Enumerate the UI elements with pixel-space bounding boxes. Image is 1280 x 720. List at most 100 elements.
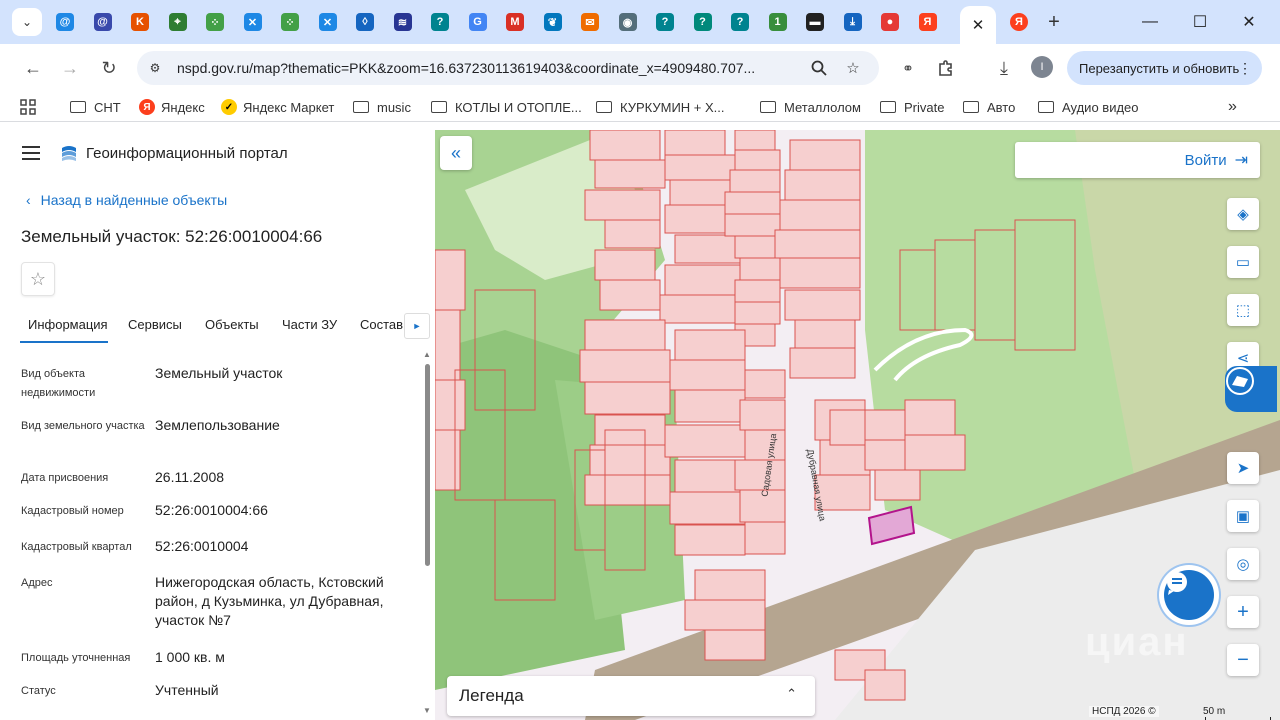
parcel[interactable] [604, 219, 661, 249]
browser-tab[interactable]: ⁘ [277, 9, 303, 35]
parcel[interactable] [704, 629, 766, 661]
locate-button[interactable]: ➤ [1227, 452, 1259, 484]
browser-tab[interactable]: ⤓ [840, 9, 866, 35]
parcel[interactable] [684, 599, 766, 631]
browser-tab[interactable]: G [465, 9, 491, 35]
tab-parts[interactable]: Части ЗУ [282, 317, 337, 332]
bookmark-item[interactable]: Я Яндекс [139, 97, 205, 117]
back-button[interactable]: ← [20, 56, 46, 80]
parcel[interactable] [794, 319, 856, 349]
menu-icon[interactable] [22, 146, 40, 160]
parcel[interactable] [579, 349, 671, 383]
browser-tab[interactable]: ? [652, 9, 678, 35]
parcel[interactable] [594, 159, 666, 189]
select-area-button[interactable]: ⬚ [1227, 294, 1259, 326]
close-window-button[interactable]: ✕ [1234, 10, 1264, 34]
scroll-thumb[interactable] [425, 364, 430, 566]
parcel[interactable] [739, 399, 786, 431]
search-icon[interactable] [809, 58, 829, 78]
layout-button[interactable]: ▣ [1227, 500, 1259, 532]
browser-tab[interactable]: ✕ [315, 9, 341, 35]
parcel[interactable] [734, 279, 781, 303]
minimize-button[interactable]: — [1135, 10, 1165, 34]
parcel[interactable] [789, 139, 861, 171]
panel-scrollbar[interactable]: ▲ ▼ [422, 350, 432, 718]
browser-tab[interactable]: ◉ [615, 9, 641, 35]
parcel[interactable] [874, 469, 921, 501]
browser-tab[interactable]: ▬ [802, 9, 828, 35]
browser-tab[interactable]: ⌖ [165, 9, 191, 35]
browser-tab[interactable]: @ [52, 9, 78, 35]
parcel[interactable] [694, 569, 766, 601]
parcel[interactable] [664, 154, 736, 181]
tabs-scroll-button[interactable]: ► [404, 313, 430, 339]
parcel[interactable] [584, 189, 661, 221]
parcel[interactable] [594, 249, 656, 281]
tab-objects[interactable]: Объекты [205, 317, 259, 332]
browser-tab[interactable]: ? [690, 9, 716, 35]
parcel[interactable] [669, 359, 746, 391]
zoom-out-button[interactable]: − [1227, 644, 1259, 676]
apps-icon[interactable] [20, 97, 36, 117]
forward-button[interactable]: → [57, 56, 83, 80]
parcel[interactable] [584, 474, 671, 506]
parcel[interactable] [435, 429, 461, 491]
parcel[interactable] [589, 130, 661, 161]
collapse-panel-button[interactable]: « [440, 136, 472, 170]
login-button[interactable]: Войти ⇥ [1015, 142, 1260, 178]
bookmarks-more-button[interactable]: » [1228, 97, 1237, 117]
browser-tab[interactable]: ⁘ [202, 9, 228, 35]
parcel[interactable] [739, 257, 786, 281]
relaunch-button[interactable]: Перезапустить и обновить ⋮ [1067, 51, 1262, 85]
parcel[interactable] [435, 249, 466, 311]
bookmark-item[interactable]: Private [880, 97, 944, 117]
browser-tab[interactable]: ≋ [390, 9, 416, 35]
zoom-in-button[interactable]: + [1227, 596, 1259, 628]
parcel[interactable] [734, 149, 781, 171]
bookmark-item[interactable]: Аудио видео [1038, 97, 1139, 117]
more-vert-icon[interactable]: ⋮ [1238, 60, 1252, 77]
puzzle-icon[interactable] [933, 56, 959, 80]
parcel[interactable] [584, 319, 666, 351]
url-text[interactable]: nspd.gov.ru/map?thematic=PKK&zoom=16.637… [177, 60, 755, 76]
download-icon[interactable]: ⤓ [991, 56, 1017, 80]
active-tab[interactable]: ✕ [960, 6, 996, 44]
tab-services[interactable]: Сервисы [128, 317, 182, 332]
extension-icon[interactable]: ⚭ [895, 56, 921, 80]
parcel[interactable] [734, 301, 781, 325]
parcel[interactable] [674, 524, 746, 556]
tab-composition[interactable]: Состав [360, 317, 403, 332]
parcel[interactable] [864, 409, 911, 441]
browser-tab[interactable]: ● [877, 9, 903, 35]
bookmark-item[interactable]: Авто [963, 97, 1015, 117]
ruler-button[interactable]: ▭ [1227, 246, 1259, 278]
favorite-button[interactable]: ☆ [21, 262, 55, 296]
browser-tab[interactable]: ✕ [240, 9, 266, 35]
bookmark-item[interactable]: КУРКУМИН + Х... [596, 97, 725, 117]
parcel[interactable] [904, 434, 966, 471]
reload-button[interactable]: ↻ [96, 56, 122, 80]
site-settings-icon[interactable]: ⚙ [145, 58, 165, 78]
tab-search-button[interactable]: ⌄ [12, 8, 42, 36]
legend-panel[interactable]: Легенда ⌃ [447, 676, 815, 716]
parcel[interactable] [674, 389, 746, 423]
parcel[interactable] [784, 289, 861, 321]
layers-button[interactable]: ◈ [1227, 198, 1259, 230]
parcel[interactable] [734, 235, 781, 259]
bookmark-item[interactable]: Металлолом [760, 97, 861, 117]
browser-tab[interactable]: ✉ [577, 9, 603, 35]
parcel[interactable] [744, 369, 786, 399]
parcel[interactable] [435, 379, 466, 431]
new-tab-button[interactable]: + [1041, 9, 1067, 35]
parcel[interactable] [779, 199, 861, 231]
parcel[interactable] [664, 264, 746, 296]
parcel[interactable] [599, 279, 661, 311]
bookmark-item[interactable]: СНТ [70, 97, 121, 117]
parcel[interactable] [784, 169, 861, 201]
scroll-up-icon[interactable]: ▲ [423, 350, 431, 359]
browser-tab[interactable]: M [502, 9, 528, 35]
parcel[interactable] [664, 130, 726, 156]
parcel[interactable] [864, 669, 906, 701]
bookmark-item[interactable]: КОТЛЫ И ОТОПЛЕ... [431, 97, 582, 117]
scroll-down-icon[interactable]: ▼ [423, 706, 431, 715]
